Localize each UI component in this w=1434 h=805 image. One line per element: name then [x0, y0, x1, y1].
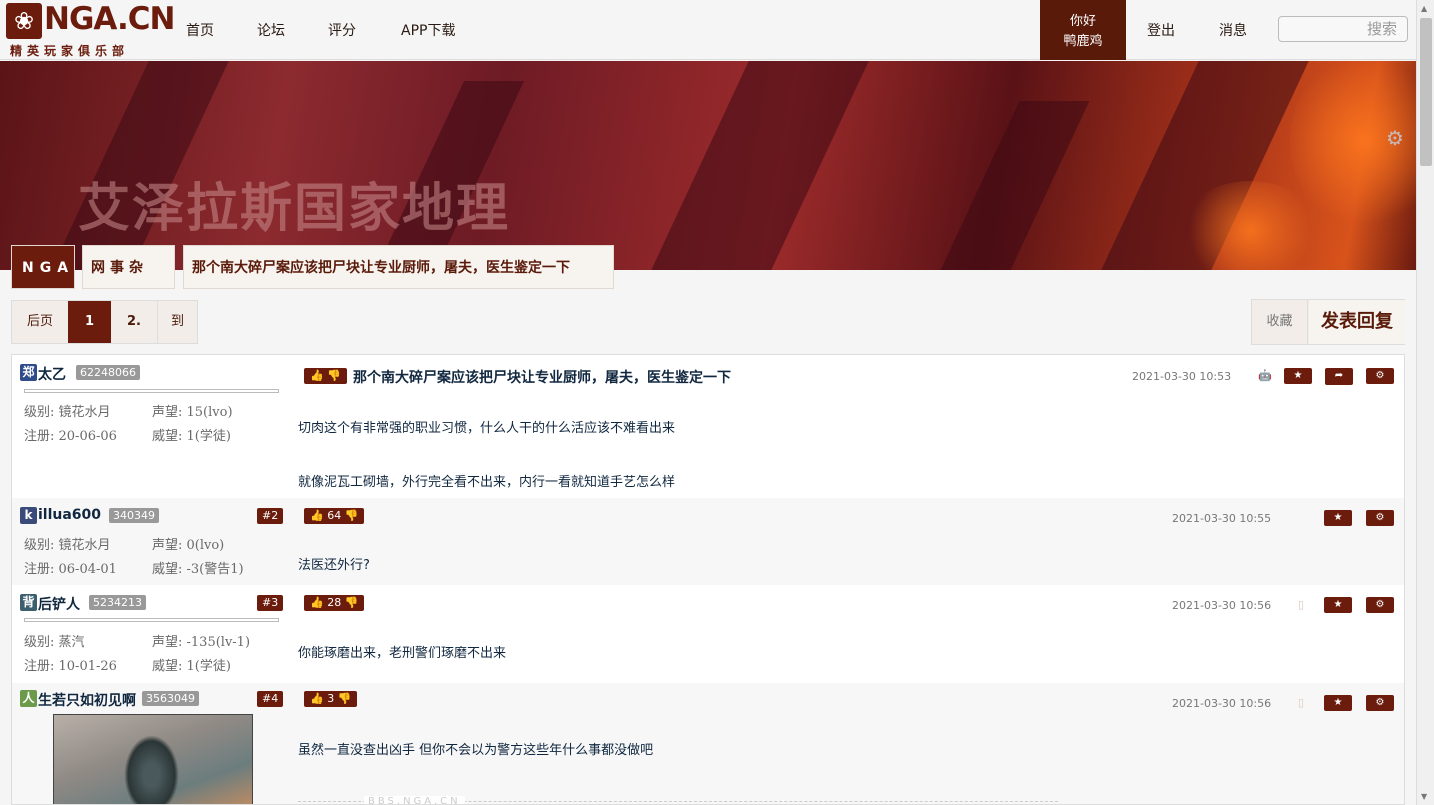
- vote-count: 64: [327, 509, 342, 522]
- phone-icon: ▯: [1298, 696, 1305, 709]
- user-name[interactable]: 生若只如初见啊: [38, 690, 136, 710]
- reply-button[interactable]: 发表回复: [1309, 300, 1405, 344]
- user-badge: 郑: [20, 364, 37, 381]
- page-scrollbar[interactable]: ▲ ▼: [1416, 0, 1434, 805]
- post-date: 2021-03-30 10:53: [1132, 370, 1232, 383]
- user-menu[interactable]: 你好 鸭鹿鸡: [1040, 0, 1126, 60]
- user-name[interactable]: 太乙: [38, 364, 66, 384]
- post-row: 郑 太乙 62248066 级别: 镜花水月 声望: 15(lvo) 注册: 2…: [12, 355, 1404, 498]
- user-registered: 注册: 20-06-06: [24, 429, 117, 444]
- top-navbar: ❀ NGA.CN 精英玩家俱乐部 首页 论坛 评分 APP下载 你好 鸭鹿鸡 登…: [0, 0, 1434, 60]
- post-date: 2021-03-30 10:55: [1172, 512, 1272, 525]
- logo-text: NGA.CN: [44, 1, 175, 37]
- user-badge: 人: [20, 690, 37, 707]
- pagination: 后页 1 2. 到: [11, 300, 198, 344]
- user-reputation: 声望: 0(lvo): [152, 538, 225, 553]
- post-date: 2021-03-30 10:56: [1172, 697, 1272, 710]
- post-settings-button[interactable]: ⚙: [1366, 695, 1394, 711]
- vote-count: 28: [327, 596, 342, 609]
- user-prestige: 威望: 1(学徒): [152, 429, 231, 444]
- page-goto[interactable]: 到: [157, 301, 197, 343]
- post-row: k illua600 340349 #2 级别: 镜花水月 声望: 0(lvo)…: [12, 498, 1404, 585]
- watermark-text: BBS.NGA.CN: [364, 796, 465, 804]
- favorite-button[interactable]: 收藏: [1252, 300, 1308, 344]
- breadcrumb-topic[interactable]: 那个南大碎尸案应该把尸块让专业厨师，屠夫，医生鉴定一下: [183, 245, 614, 289]
- vote-button[interactable]: 👍 28 👎: [304, 595, 365, 611]
- star-button[interactable]: ★: [1324, 510, 1352, 526]
- floor-number[interactable]: #4: [257, 691, 284, 707]
- user-name[interactable]: 后铲人: [38, 594, 80, 614]
- breadcrumb-site[interactable]: NGA: [11, 245, 75, 289]
- site-logo[interactable]: ❀ NGA.CN 精英玩家俱乐部: [6, 1, 175, 59]
- user-registered: 注册: 10-01-26: [24, 659, 117, 674]
- scroll-thumb[interactable]: [1420, 18, 1432, 166]
- floor-number[interactable]: #2: [257, 508, 284, 524]
- vote-button[interactable]: 👍 3 👎: [304, 691, 358, 707]
- post-content-line: 就像泥瓦工砌墙，外行完全看不出来，内行一看就知道手艺怎么样: [298, 475, 676, 490]
- user-badge: k: [20, 507, 37, 524]
- user-level: 级别: 蒸汽: [24, 635, 85, 650]
- scroll-down-icon[interactable]: ▼: [1421, 792, 1427, 801]
- rep-bar: [24, 389, 279, 393]
- vote-button[interactable]: 👍 64 👎: [304, 508, 365, 524]
- post-date: 2021-03-30 10:56: [1172, 599, 1272, 612]
- post-row: 背 后铲人 5234213 #3 级别: 蒸汽 声望: -135(lv-1) 注…: [12, 585, 1404, 683]
- user-id[interactable]: 3563049: [142, 691, 199, 706]
- post-settings-button[interactable]: ⚙: [1366, 597, 1394, 613]
- nav-home[interactable]: 首页: [186, 20, 214, 40]
- star-button[interactable]: ★: [1324, 695, 1352, 711]
- page-prev[interactable]: 后页: [12, 301, 68, 343]
- post-title: 那个南大碎尸案应该把尸块让专业厨师，屠夫，医生鉴定一下: [353, 370, 731, 386]
- nav-app-download[interactable]: APP下载: [401, 20, 455, 40]
- greeting: 你好: [1069, 14, 1096, 29]
- phone-icon: ▯: [1298, 598, 1305, 611]
- star-button[interactable]: ★: [1324, 597, 1352, 613]
- post-content-line: 虽然一直没查出凶手 但你不会以为警方这些年什么事都没做吧: [298, 743, 654, 758]
- star-button[interactable]: ★: [1284, 368, 1312, 384]
- user-avatar-image: [53, 714, 253, 804]
- user-level: 级别: 镜花水月: [24, 538, 111, 553]
- nav-rating[interactable]: 评分: [328, 20, 356, 40]
- username: 鸭鹿鸡: [1063, 34, 1103, 49]
- page-current[interactable]: 1: [68, 301, 111, 343]
- messages-link[interactable]: 消息: [1219, 20, 1247, 40]
- nav-forum[interactable]: 论坛: [257, 20, 285, 40]
- page-next[interactable]: 2.: [111, 301, 157, 343]
- user-level: 级别: 镜花水月: [24, 405, 111, 420]
- user-reputation: 声望: -135(lv-1): [152, 635, 251, 650]
- post-settings-button[interactable]: ⚙: [1366, 368, 1394, 384]
- search-input[interactable]: 搜索: [1278, 16, 1408, 42]
- vote-button[interactable]: 👍 👎: [304, 368, 347, 384]
- android-icon: 🤖: [1258, 369, 1272, 382]
- logout-link[interactable]: 登出: [1147, 20, 1175, 40]
- user-prestige: 威望: -3(警告1): [152, 562, 244, 577]
- user-id[interactable]: 340349: [109, 508, 159, 523]
- user-name[interactable]: illua600: [38, 507, 101, 523]
- thread-actions: 收藏 发表回复: [1251, 299, 1405, 345]
- watermark-divider: BBS.NGA.CN: [298, 796, 1058, 804]
- banner-title: 艾泽拉斯国家地理: [78, 178, 511, 239]
- post-content-line: 法医还外行?: [298, 558, 370, 573]
- user-id[interactable]: 62248066: [76, 365, 140, 380]
- logo-tagline: 精英玩家俱乐部: [10, 44, 130, 58]
- user-reputation: 声望: 15(lvo): [152, 405, 233, 420]
- settings-gear-icon[interactable]: ⚙: [1386, 126, 1404, 150]
- post-list: 郑 太乙 62248066 级别: 镜花水月 声望: 15(lvo) 注册: 2…: [11, 354, 1405, 805]
- breadcrumb-board[interactable]: 网事杂谈: [82, 245, 175, 320]
- vote-count: 3: [327, 692, 335, 705]
- user-prestige: 威望: 1(学徒): [152, 659, 231, 674]
- paw-logo-icon: ❀: [6, 3, 42, 39]
- scroll-up-icon[interactable]: ▲: [1421, 4, 1427, 13]
- post-content-line: 你能琢磨出来，老刑警们琢磨不出来: [298, 646, 507, 661]
- post-content-line: 切肉这个有非常强的职业习惯，什么人干的什么活应该不难看出来: [298, 421, 676, 436]
- board-banner: 艾泽拉斯国家地理 ⚙: [0, 61, 1416, 270]
- user-badge: 背: [20, 594, 37, 611]
- user-id[interactable]: 5234213: [89, 595, 146, 610]
- user-registered: 注册: 06-04-01: [24, 562, 117, 577]
- post-settings-button[interactable]: ⚙: [1366, 510, 1394, 526]
- floor-number[interactable]: #3: [257, 595, 284, 611]
- share-button[interactable]: ➦: [1325, 368, 1353, 385]
- rep-bar: [24, 618, 279, 622]
